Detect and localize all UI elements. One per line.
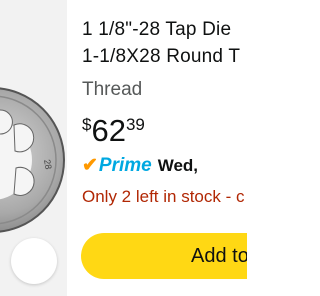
product-image[interactable]: 28 [0, 0, 67, 296]
delivery-day: Wed, [157, 156, 199, 175]
add-to-cart-label: Add to [191, 245, 247, 267]
prime-check-icon: ✔ [82, 155, 98, 176]
price-currency: $ [82, 115, 92, 134]
product-title[interactable]: 1 1/8"-28 Tap Die 1-1/8X28 Round T [82, 16, 247, 70]
prime-label: Prime [98, 155, 152, 176]
price-fraction: 39 [125, 115, 145, 134]
product-title-line1[interactable]: 1 1/8"-28 Tap Die [82, 16, 247, 43]
prime-delivery: ✔Prime Wed, [82, 153, 198, 178]
die-marking: 28 [42, 159, 54, 171]
add-to-cart-button[interactable]: Add to [81, 233, 247, 279]
product-price: $6239 [82, 112, 145, 150]
product-subtitle: Thread [82, 79, 143, 100]
save-button[interactable] [11, 238, 57, 284]
price-whole: 62 [91, 113, 126, 148]
product-card[interactable]: 28 1 1/8"-28 Tap Die 1-1/8X28 Round T Th… [0, 0, 247, 296]
stock-status: Only 2 left in stock - c [82, 187, 245, 206]
product-title-line2[interactable]: 1-1/8X28 Round T [82, 43, 247, 70]
